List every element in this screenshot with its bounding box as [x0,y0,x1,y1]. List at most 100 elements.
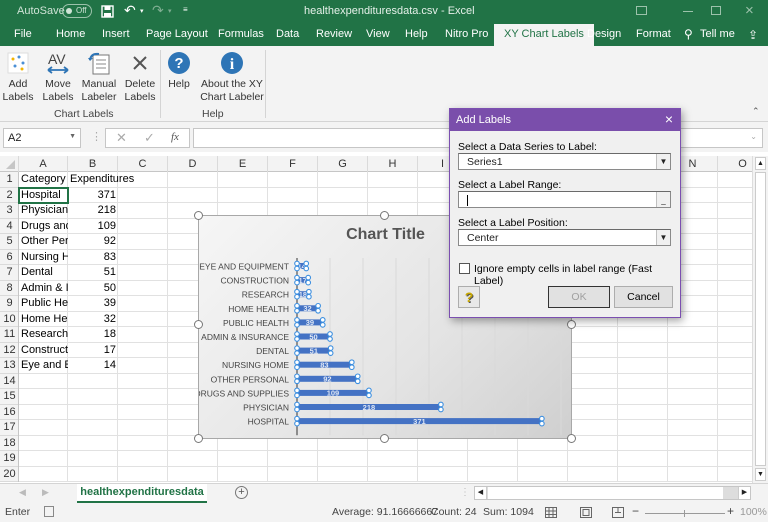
cell-category[interactable]: Eye and Ec [21,358,68,374]
next-sheet-icon[interactable]: ▶ [42,487,49,498]
tab-page-layout[interactable]: Page Layout [146,28,208,40]
cell-expenditure[interactable]: 218 [70,203,116,219]
zoom-slider-thumb[interactable] [684,510,685,517]
collapse-dialog-icon[interactable]: _ [656,192,670,207]
undo-dropdown-icon[interactable]: ▾ [140,7,144,15]
column-header-f[interactable]: F [268,156,318,172]
prev-sheet-icon[interactable]: ◀ [19,487,26,498]
ok-button[interactable]: OK [548,286,610,308]
chevron-down-icon[interactable]: ▼ [69,133,76,140]
cell-category[interactable]: Physician [21,203,68,219]
select-all-button[interactable] [0,156,19,172]
column-header-d[interactable]: D [168,156,218,172]
zoom-out-button[interactable]: − [632,504,639,518]
row-header-3[interactable]: 3 [0,203,19,219]
delete-labels-button[interactable]: Delete Labels [122,50,158,104]
resize-handle[interactable] [194,434,203,443]
cell-expenditure[interactable]: 51 [70,265,116,281]
close-icon[interactable]: × [665,112,673,126]
row-header-15[interactable]: 15 [0,389,19,405]
save-icon[interactable] [101,5,114,18]
page-break-view-icon[interactable] [612,507,624,518]
help-button[interactable]: ? [458,286,480,308]
row-header-14[interactable]: 14 [0,373,19,389]
cell-category[interactable]: Other Per [21,234,68,250]
tab-data[interactable]: Data [276,28,299,40]
horizontal-scroll-thumb[interactable] [488,487,723,499]
column-header-c[interactable]: C [118,156,168,172]
row-header-20[interactable]: 20 [0,466,19,482]
row-header-13[interactable]: 13 [0,358,19,374]
cancel-entry-icon[interactable]: ✕ [116,130,127,146]
vertical-scroll-thumb[interactable] [755,172,766,466]
cancel-button[interactable]: Cancel [614,286,673,308]
cell-category[interactable]: Drugs and [21,219,68,235]
ribbon-display-options-icon[interactable] [636,6,647,15]
ignore-empty-checkbox[interactable] [459,263,470,274]
move-labels-button[interactable]: AV Move Labels [40,50,76,104]
maximize-icon[interactable] [711,6,721,15]
cell-expenditure[interactable]: 32 [70,312,116,328]
resize-handle[interactable] [194,211,203,220]
cell-expenditure[interactable]: 371 [70,188,116,204]
cell-expenditure[interactable]: 18 [70,327,116,343]
cell-expenditure[interactable]: 39 [70,296,116,312]
tab-xy-chart-labels[interactable]: XY Chart Labels [494,24,594,46]
column-header-g[interactable]: G [318,156,368,172]
cell-category[interactable]: Nursing H [21,250,68,266]
vertical-scrollbar[interactable]: ▲ ▼ [752,156,768,483]
row-header-2[interactable]: 2 [0,187,19,203]
cell-category[interactable]: Research [21,327,68,343]
collapse-ribbon-icon[interactable]: ⌃ [752,106,760,117]
resize-handle[interactable] [380,434,389,443]
close-icon[interactable]: × [745,2,754,19]
column-header-h[interactable]: H [368,156,418,172]
autosave-toggle[interactable]: Off [62,4,92,18]
zoom-slider[interactable] [645,513,725,514]
cell-expenditure[interactable]: 109 [70,219,116,235]
resize-handle[interactable] [567,320,576,329]
row-header-5[interactable]: 5 [0,234,19,250]
row-header-1[interactable]: 1 [0,172,19,188]
help-button[interactable]: ? Help [164,50,194,91]
row-header-8[interactable]: 8 [0,280,19,296]
row-header-7[interactable]: 7 [0,265,19,281]
splitter-icon[interactable]: ⋮ [460,487,470,498]
tab-file[interactable]: File [14,28,32,40]
series-select[interactable]: Series1 ▼ [458,153,671,170]
row-header-18[interactable]: 18 [0,435,19,451]
row-header-12[interactable]: 12 [0,342,19,358]
row-header-17[interactable]: 17 [0,420,19,436]
page-layout-view-icon[interactable] [580,507,592,518]
column-header-a[interactable]: A [19,156,68,172]
tab-formulas[interactable]: Formulas [218,28,264,40]
tell-me-search[interactable]: Tell me [700,28,735,40]
minimize-icon[interactable] [683,11,693,12]
label-position-select[interactable]: Center ▼ [458,229,671,246]
row-header-11[interactable]: 11 [0,327,19,343]
tab-view[interactable]: View [366,28,390,40]
scroll-right-button[interactable]: ▶ [738,487,750,499]
tab-home[interactable]: Home [56,28,85,40]
row-header-4[interactable]: 4 [0,218,19,234]
tab-format[interactable]: Format [636,28,671,40]
cell-expenditure[interactable]: 92 [70,234,116,250]
cell-expenditure[interactable]: 83 [70,250,116,266]
row-header-6[interactable]: 6 [0,249,19,265]
confirm-entry-icon[interactable]: ✓ [144,130,155,146]
tab-review[interactable]: Review [316,28,352,40]
horizontal-scrollbar[interactable]: ◀ ▶ [474,486,751,500]
zoom-level[interactable]: 100% [740,506,767,518]
insert-function-button[interactable]: fx [171,131,179,143]
customize-qat-icon[interactable]: ≡ [183,5,188,14]
column-header-b[interactable]: B [68,156,118,172]
name-box[interactable]: A2 ▼ [3,128,81,148]
normal-view-icon[interactable] [545,507,557,518]
cell-expenditure[interactable]: 14 [70,358,116,374]
manual-labeler-button[interactable]: Manual Labeler [80,50,118,104]
scroll-up-button[interactable]: ▲ [755,157,766,170]
cell-category[interactable]: Public Hea [21,296,68,312]
label-range-input[interactable]: _ [458,191,671,208]
tab-insert[interactable]: Insert [102,28,130,40]
cell-header-category[interactable]: Category [21,172,68,188]
